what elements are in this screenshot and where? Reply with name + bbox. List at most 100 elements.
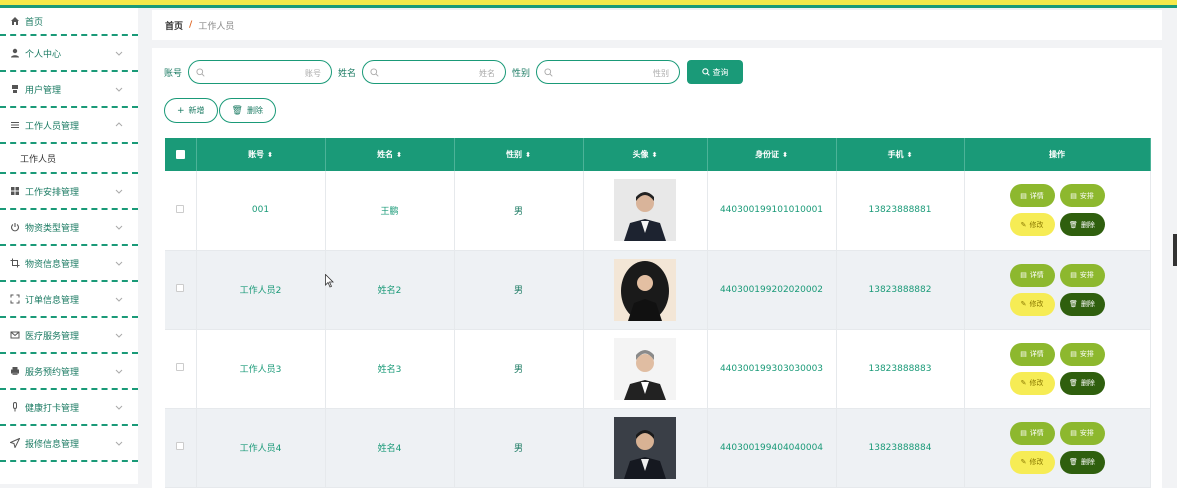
arrange-button[interactable]: ▤ 安排 bbox=[1059, 184, 1105, 208]
cell-phone: 13823888884 bbox=[836, 408, 965, 488]
chevron-down-icon bbox=[115, 333, 123, 338]
batch-delete-label: 删除 bbox=[246, 106, 263, 115]
chevron-down-icon bbox=[115, 369, 123, 374]
detail-button[interactable]: ▤ 详情 bbox=[1009, 184, 1055, 208]
edit-icon: ✎ bbox=[1020, 300, 1027, 308]
row-checkbox[interactable] bbox=[176, 284, 185, 292]
sidebar-item-personal-center[interactable]: 个人中心 bbox=[0, 36, 138, 72]
cell-avatar bbox=[583, 408, 708, 488]
row-checkbox[interactable] bbox=[176, 204, 185, 213]
row-checkbox[interactable] bbox=[176, 442, 185, 450]
plus-icon: + bbox=[177, 105, 185, 116]
trash-icon: 🗑 bbox=[1069, 458, 1078, 466]
account-search-input[interactable] bbox=[189, 62, 332, 85]
account-search-field bbox=[188, 60, 333, 85]
cell-id-card: 440300199202020002 bbox=[707, 250, 837, 330]
arrange-button[interactable]: ▤ 安排 bbox=[1059, 342, 1105, 366]
arrange-button[interactable]: ▤ 安排 bbox=[1059, 263, 1105, 287]
cell-actions: ▤ 详情 ▤ 安排 ✎ 修改 🗑 删除 bbox=[964, 329, 1151, 409]
edit-button[interactable]: ✎ 修改 bbox=[1009, 292, 1055, 316]
edit-button[interactable]: ✎ 修改 bbox=[1009, 371, 1055, 395]
sidebar-item-label: 报修信息管理 bbox=[25, 439, 80, 450]
cell-avatar bbox=[583, 329, 708, 409]
batch-delete-button[interactable]: 🗑 删除 bbox=[218, 98, 276, 123]
sidebar: 首页 个人中心 用户管理 工作人员管理 工作人员 工作安排管理 物资类型管理 物… bbox=[0, 8, 138, 484]
add-button-label: 新增 bbox=[188, 106, 205, 115]
sidebar-item-label: 医疗服务管理 bbox=[25, 331, 80, 342]
sidebar-subitem-staff[interactable]: 工作人员 bbox=[0, 144, 138, 174]
sidebar-item-repair-info[interactable]: 报修信息管理 bbox=[0, 426, 138, 462]
delete-button[interactable]: 🗑 删除 bbox=[1059, 213, 1105, 237]
column-header: 操作 bbox=[964, 138, 1151, 171]
staff-table: 账号 ⬍ 姓名 ⬍ 性别 ⬍ 头像 ⬍ 身份证 ⬍ 手机 ⬍ 操作 001 王鹏 男 bbox=[165, 138, 1151, 488]
search-label-account: 账号 bbox=[164, 68, 183, 79]
detail-icon: ▤ bbox=[1020, 350, 1027, 358]
sidebar-item-home[interactable]: 首页 bbox=[0, 8, 138, 36]
sidebar-item-label: 物资信息管理 bbox=[25, 259, 80, 270]
cell-gender: 男 bbox=[454, 329, 584, 409]
search-button[interactable]: 查询 bbox=[687, 60, 744, 84]
sidebar-item-order-info[interactable]: 订单信息管理 bbox=[0, 282, 138, 318]
cell-account: 工作人员4 bbox=[196, 408, 326, 488]
edit-button[interactable]: ✎ 修改 bbox=[1009, 450, 1055, 474]
sidebar-subitem-label: 工作人员 bbox=[20, 154, 57, 165]
sort-icon: ⬍ bbox=[525, 151, 531, 159]
detail-button[interactable]: ▤ 详情 bbox=[1009, 421, 1055, 445]
mail-icon bbox=[9, 329, 21, 341]
detail-button[interactable]: ▤ 详情 bbox=[1009, 342, 1055, 366]
user-icon bbox=[9, 47, 21, 59]
search-label-name: 姓名 bbox=[338, 68, 357, 79]
gender-search-input[interactable] bbox=[537, 62, 680, 85]
mic-icon bbox=[9, 401, 21, 413]
sidebar-item-staff-management[interactable]: 工作人员管理 bbox=[0, 108, 138, 144]
select-all-checkbox[interactable] bbox=[175, 150, 185, 159]
sidebar-item-health-checkin[interactable]: 健康打卡管理 bbox=[0, 390, 138, 426]
breadcrumb-home[interactable]: 首页 bbox=[165, 19, 183, 32]
avatar bbox=[614, 337, 676, 400]
sidebar-item-label: 首页 bbox=[25, 17, 44, 28]
add-button[interactable]: + 新增 bbox=[164, 98, 218, 123]
gender-search-field bbox=[536, 60, 681, 85]
detail-button[interactable]: ▤ 详情 bbox=[1009, 263, 1055, 287]
delete-button[interactable]: 🗑 删除 bbox=[1059, 371, 1105, 395]
table-row: 001 王鹏 男 440300199101010001 13823888881 … bbox=[165, 171, 1151, 251]
sidebar-item-label: 工作安排管理 bbox=[25, 187, 80, 198]
cell-name: 姓名2 bbox=[325, 250, 455, 330]
edit-button[interactable]: ✎ 修改 bbox=[1009, 213, 1055, 237]
table-row: 工作人员3 姓名3 男 440300199303030003 138238888… bbox=[165, 329, 1151, 409]
column-header[interactable]: 性别 ⬍ bbox=[454, 138, 584, 171]
name-search-input[interactable] bbox=[363, 62, 506, 85]
row-checkbox[interactable] bbox=[176, 363, 185, 371]
chevron-down-icon bbox=[115, 87, 123, 92]
trash-icon: 🗑 bbox=[231, 105, 243, 116]
chevron-down-icon bbox=[115, 405, 123, 410]
arrange-button[interactable]: ▤ 安排 bbox=[1059, 421, 1105, 445]
column-header[interactable]: 账号 ⬍ bbox=[196, 138, 326, 171]
column-header[interactable]: 身份证 ⬍ bbox=[707, 138, 837, 171]
delete-button[interactable]: 🗑 删除 bbox=[1059, 292, 1105, 316]
sidebar-item-work-schedule[interactable]: 工作安排管理 bbox=[0, 174, 138, 210]
trash-icon: 🗑 bbox=[1069, 220, 1078, 229]
sidebar-item-label: 健康打卡管理 bbox=[25, 403, 80, 414]
detail-icon: ▤ bbox=[1020, 191, 1027, 200]
column-header[interactable]: 姓名 ⬍ bbox=[325, 138, 455, 171]
column-header[interactable]: 头像 ⬍ bbox=[583, 138, 708, 171]
mouse-cursor-icon bbox=[325, 274, 334, 288]
sidebar-item-label: 服务预约管理 bbox=[25, 367, 80, 378]
delete-button[interactable]: 🗑 删除 bbox=[1059, 450, 1105, 474]
cell-actions: ▤ 详情 ▤ 安排 ✎ 修改 🗑 删除 bbox=[964, 408, 1151, 488]
scrollbar-thumb[interactable] bbox=[1173, 234, 1177, 266]
sidebar-item-supply-type[interactable]: 物资类型管理 bbox=[0, 210, 138, 246]
chevron-up-icon bbox=[115, 122, 123, 127]
search-icon bbox=[196, 68, 205, 77]
name-search-field bbox=[362, 60, 507, 85]
column-header[interactable]: 手机 ⬍ bbox=[836, 138, 965, 171]
sidebar-item-label: 物资类型管理 bbox=[25, 223, 80, 234]
cell-avatar bbox=[583, 250, 708, 330]
sidebar-item-service-booking[interactable]: 服务预约管理 bbox=[0, 354, 138, 390]
edit-icon: ✎ bbox=[1020, 220, 1027, 229]
sidebar-item-user-management[interactable]: 用户管理 bbox=[0, 72, 138, 108]
sidebar-item-medical-service[interactable]: 医疗服务管理 bbox=[0, 318, 138, 354]
sidebar-item-supply-info[interactable]: 物资信息管理 bbox=[0, 246, 138, 282]
cell-id-card: 440300199404040004 bbox=[707, 408, 837, 488]
